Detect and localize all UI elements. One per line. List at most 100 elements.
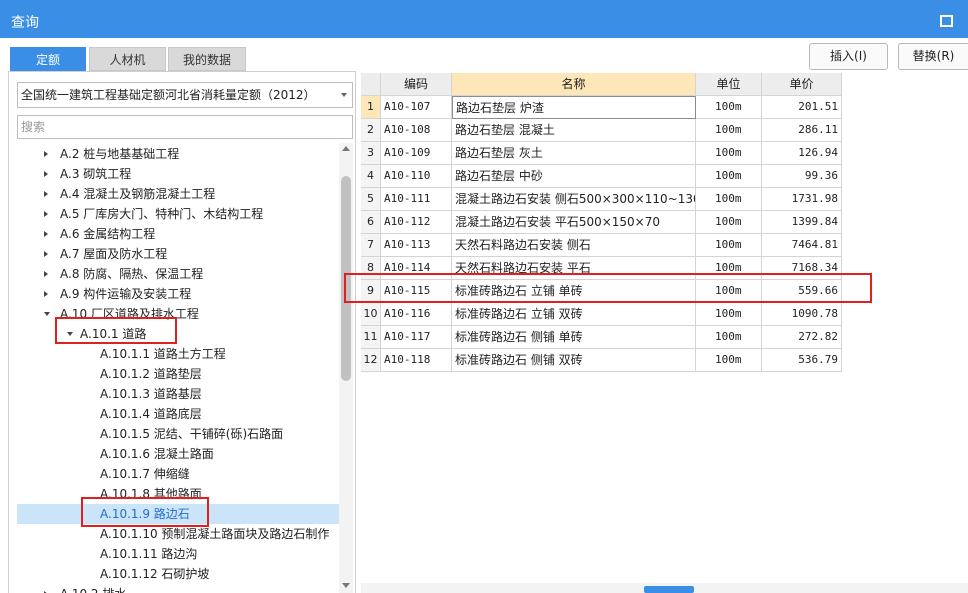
- table-horizontal-scrollbar[interactable]: [361, 583, 968, 593]
- caret-right-icon[interactable]: [44, 291, 48, 297]
- header-unit[interactable]: 单位: [696, 73, 762, 96]
- table-cell-name[interactable]: 标准砖路边石 侧铺 单砖: [452, 326, 696, 349]
- table-cell-unit[interactable]: 100m: [696, 96, 762, 119]
- table-cell-name[interactable]: 标准砖路边石 侧铺 双砖: [452, 349, 696, 372]
- quota-library-select[interactable]: 全国统一建筑工程基础定额河北省消耗量定额（2012）: [17, 82, 353, 108]
- row-number[interactable]: 10: [361, 303, 381, 326]
- table-cell-code[interactable]: A10-107: [381, 96, 452, 119]
- header-rownum[interactable]: [361, 73, 381, 96]
- row-number[interactable]: 6: [361, 211, 381, 234]
- row-number[interactable]: 2: [361, 119, 381, 142]
- highlight-box-row-9: [344, 273, 872, 303]
- table-cell-name[interactable]: 天然石料路边石安装 侧石: [452, 234, 696, 257]
- tab-quota[interactable]: 定额: [10, 47, 86, 71]
- table-cell-price[interactable]: 201.51: [762, 96, 842, 119]
- caret-right-icon[interactable]: [44, 171, 48, 177]
- tree-item[interactable]: A.10.2 排水: [17, 584, 339, 593]
- replace-button[interactable]: 替换(R): [898, 43, 968, 70]
- row-number[interactable]: 7: [361, 234, 381, 257]
- table-cell-price[interactable]: 536.79: [762, 349, 842, 372]
- scroll-thumb[interactable]: [644, 586, 694, 593]
- tree-item[interactable]: A.4 混凝土及钢筋混凝土工程: [17, 184, 339, 204]
- caret-down-icon[interactable]: [44, 312, 50, 316]
- tree-item[interactable]: A.8 防腐、隔热、保温工程: [17, 264, 339, 284]
- caret-right-icon[interactable]: [44, 191, 48, 197]
- tree-item[interactable]: A.5 厂库房大门、特种门、木结构工程: [17, 204, 339, 224]
- tree-item[interactable]: A.10.1.11 路边沟: [17, 544, 339, 564]
- table-cell-unit[interactable]: 100m: [696, 119, 762, 142]
- scroll-up-icon[interactable]: [342, 146, 350, 151]
- table-cell-price[interactable]: 99.36: [762, 165, 842, 188]
- tree-item-label: A.10.1.12 石砌护坡: [100, 567, 210, 581]
- table-cell-name[interactable]: 混凝土路边石安装 侧石500×300×110~130: [452, 188, 696, 211]
- tree-item[interactable]: A.3 砌筑工程: [17, 164, 339, 184]
- table-cell-code[interactable]: A10-110: [381, 165, 452, 188]
- table-cell-price[interactable]: 126.94: [762, 142, 842, 165]
- tree-item[interactable]: A.10.1.2 道路垫层: [17, 364, 339, 384]
- row-number[interactable]: 5: [361, 188, 381, 211]
- table-cell-code[interactable]: A10-108: [381, 119, 452, 142]
- table-cell-unit[interactable]: 100m: [696, 349, 762, 372]
- highlight-box-road: [55, 317, 177, 344]
- tree-item[interactable]: A.10.1.12 石砌护坡: [17, 564, 339, 584]
- tree-item[interactable]: A.9 构件运输及安装工程: [17, 284, 339, 304]
- table-cell-code[interactable]: A10-109: [381, 142, 452, 165]
- row-number[interactable]: 1: [361, 96, 381, 119]
- header-price[interactable]: 单价: [762, 73, 842, 96]
- table-cell-name[interactable]: 路边石垫层 中砂: [452, 165, 696, 188]
- tree-item[interactable]: A.10.1.10 预制混凝土路面块及路边石制作: [17, 524, 339, 544]
- caret-right-icon[interactable]: [44, 151, 48, 157]
- tree-item[interactable]: A.2 桩与地基基础工程: [17, 144, 339, 164]
- table-cell-code[interactable]: A10-113: [381, 234, 452, 257]
- caret-right-icon[interactable]: [44, 231, 48, 237]
- row-number[interactable]: 12: [361, 349, 381, 372]
- table-cell-price[interactable]: 1399.84: [762, 211, 842, 234]
- table-cell-unit[interactable]: 100m: [696, 303, 762, 326]
- table-cell-price[interactable]: 272.82: [762, 326, 842, 349]
- table-cell-price[interactable]: 7464.81: [762, 234, 842, 257]
- table-cell-name[interactable]: 路边石垫层 炉渣: [452, 96, 696, 119]
- caret-right-icon[interactable]: [44, 211, 48, 217]
- row-number[interactable]: 4: [361, 165, 381, 188]
- table-cell-price[interactable]: 1731.98: [762, 188, 842, 211]
- tree-item[interactable]: A.10.1.5 泥结、干铺碎(砾)石路面: [17, 424, 339, 444]
- caret-right-icon[interactable]: [44, 271, 48, 277]
- tree-item[interactable]: A.10.1.6 混凝土路面: [17, 444, 339, 464]
- table-cell-price[interactable]: 286.11: [762, 119, 842, 142]
- row-number[interactable]: 11: [361, 326, 381, 349]
- table-cell-name[interactable]: 路边石垫层 混凝土: [452, 119, 696, 142]
- row-number[interactable]: 3: [361, 142, 381, 165]
- table-cell-code[interactable]: A10-116: [381, 303, 452, 326]
- caret-right-icon[interactable]: [44, 251, 48, 257]
- table-cell-unit[interactable]: 100m: [696, 188, 762, 211]
- table-cell-code[interactable]: A10-118: [381, 349, 452, 372]
- scroll-down-icon[interactable]: [342, 583, 350, 588]
- tree-item-label: A.4 混凝土及钢筋混凝土工程: [60, 187, 216, 201]
- table-cell-name[interactable]: 标准砖路边石 立铺 双砖: [452, 303, 696, 326]
- tree-item[interactable]: A.10.1.7 伸缩缝: [17, 464, 339, 484]
- tree-item[interactable]: A.10.1.3 道路基层: [17, 384, 339, 404]
- maximize-icon[interactable]: [935, 12, 955, 28]
- table-cell-code[interactable]: A10-112: [381, 211, 452, 234]
- tree-scrollbar[interactable]: [339, 143, 353, 593]
- table-cell-name[interactable]: 混凝土路边石安装 平石500×150×70: [452, 211, 696, 234]
- table-cell-unit[interactable]: 100m: [696, 165, 762, 188]
- search-input[interactable]: [17, 115, 353, 139]
- table-cell-code[interactable]: A10-111: [381, 188, 452, 211]
- table-cell-price[interactable]: 1090.78: [762, 303, 842, 326]
- table-cell-code[interactable]: A10-117: [381, 326, 452, 349]
- insert-button[interactable]: 插入(I): [809, 43, 888, 70]
- tree-item[interactable]: A.6 金属结构工程: [17, 224, 339, 244]
- tab-my-data[interactable]: 我的数据: [168, 47, 246, 71]
- tree-item[interactable]: A.7 屋面及防水工程: [17, 244, 339, 264]
- tab-labor-material-machine[interactable]: 人材机: [89, 47, 166, 71]
- header-name[interactable]: 名称: [452, 73, 696, 96]
- table-cell-unit[interactable]: 100m: [696, 211, 762, 234]
- table-cell-unit[interactable]: 100m: [696, 326, 762, 349]
- table-cell-unit[interactable]: 100m: [696, 142, 762, 165]
- header-code[interactable]: 编码: [381, 73, 452, 96]
- table-cell-unit[interactable]: 100m: [696, 234, 762, 257]
- tree-item[interactable]: A.10.1.4 道路底层: [17, 404, 339, 424]
- table-cell-name[interactable]: 路边石垫层 灰土: [452, 142, 696, 165]
- tree-item[interactable]: A.10.1.1 道路土方工程: [17, 344, 339, 364]
